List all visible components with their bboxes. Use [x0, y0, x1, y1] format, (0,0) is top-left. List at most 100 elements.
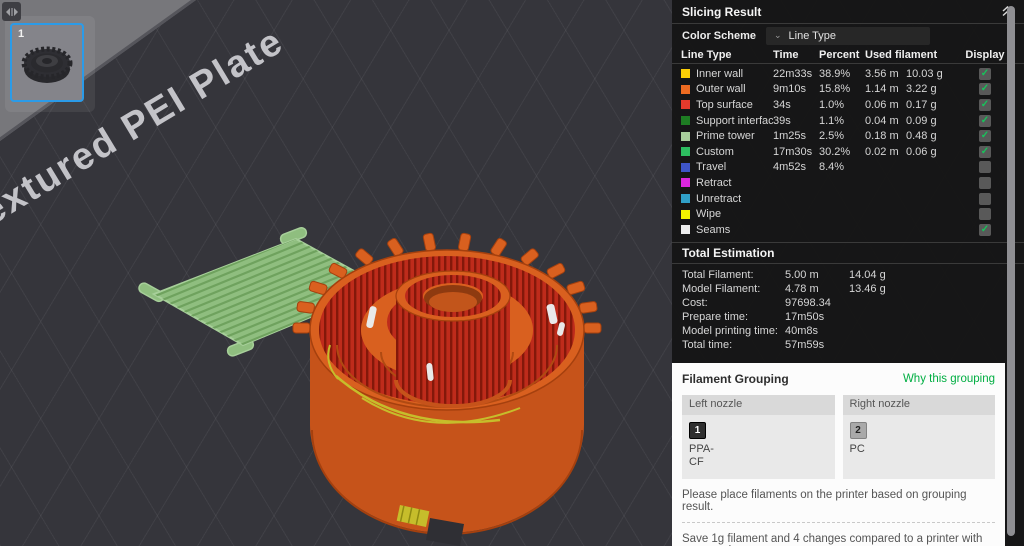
column-header-display: Display [963, 49, 1007, 61]
estimation-row: Cost: 97698.34 [682, 296, 1014, 310]
column-header-percent: Percent [819, 49, 865, 61]
estimation-value-1: 57m59s [785, 339, 849, 351]
line-type-percent: 2.5% [819, 130, 865, 142]
estimation-label: Model printing time: [682, 325, 785, 337]
line-type-row: Prime tower 1m25s 2.5% 0.18 m 0.48 g ✓ [681, 128, 1015, 144]
filament-chip[interactable]: 1 [689, 422, 706, 439]
grouping-note: Please place filaments on the printer ba… [682, 489, 995, 513]
display-checkbox[interactable]: ✓ [979, 115, 991, 127]
line-type-label: Prime tower [696, 130, 755, 142]
filament-grouping-card: Filament Grouping Why this grouping Left… [672, 363, 1005, 546]
total-estimation-title: Total Estimation [672, 242, 1024, 264]
display-checkbox[interactable]: ✓ [979, 130, 991, 142]
column-header-time: Time [773, 49, 819, 61]
estimation-value-1: 17m50s [785, 311, 849, 323]
line-type-label: Retract [696, 177, 731, 189]
color-scheme-dropdown[interactable]: ⌄ Line Type [766, 27, 930, 45]
color-scheme-row: Color Scheme ⌄ Line Type [672, 24, 1024, 47]
line-type-weight: 0.06 g [906, 146, 963, 158]
panel-scrollbar[interactable] [1007, 6, 1015, 536]
line-type-swatch [681, 210, 690, 219]
line-type-row: Seams ✓ [681, 222, 1015, 238]
estimation-label: Total Filament: [682, 269, 785, 281]
line-type-time: 22m33s [773, 68, 819, 80]
display-checkbox[interactable]: ✓ [979, 83, 991, 95]
display-checkbox[interactable]: ✓ [979, 224, 991, 236]
line-type-length: 0.04 m [865, 115, 906, 127]
display-checkbox[interactable] [979, 193, 991, 205]
total-estimation-section: Total Filament: 5.00 m 14.04 g Model Fil… [672, 264, 1024, 352]
estimation-label: Total time: [682, 339, 785, 351]
line-type-percent: 1.1% [819, 115, 865, 127]
line-type-swatch [681, 194, 690, 203]
line-type-row: Top surface 34s 1.0% 0.06 m 0.17 g ✓ [681, 97, 1015, 113]
estimation-row: Model Filament: 4.78 m 13.46 g [682, 282, 1014, 296]
estimation-row: Total Filament: 5.00 m 14.04 g [682, 268, 1014, 282]
line-type-length: 3.56 m [865, 68, 906, 80]
line-type-row: Support interface 39s 1.1% 0.04 m 0.09 g… [681, 113, 1015, 129]
line-type-length: 0.18 m [865, 130, 906, 142]
line-type-length: 0.02 m [865, 146, 906, 158]
display-checkbox[interactable]: ✓ [979, 146, 991, 158]
line-type-time: 9m10s [773, 83, 819, 95]
estimation-value-1: 40m8s [785, 325, 849, 337]
display-checkbox[interactable] [979, 161, 991, 173]
panel-header: Slicing Result [672, 0, 1024, 24]
line-type-label: Seams [696, 224, 730, 236]
column-header-used-filament: Used filament [865, 49, 963, 61]
line-type-label: Outer wall [696, 83, 746, 95]
savings-note: Save 1g filament and 4 changes compared … [682, 533, 995, 546]
line-type-swatch [681, 100, 690, 109]
line-type-percent: 15.8% [819, 83, 865, 95]
line-type-swatch [681, 147, 690, 156]
filament-grouping-title: Filament Grouping [682, 372, 789, 386]
line-type-percent: 38.9% [819, 68, 865, 80]
plate-thumbnail[interactable]: 1 [10, 23, 84, 102]
line-type-time: 1m25s [773, 130, 819, 142]
display-checkbox[interactable] [979, 208, 991, 220]
nozzle-header: Left nozzle [682, 395, 835, 415]
line-type-length: 1.14 m [865, 83, 906, 95]
color-scheme-label: Color Scheme [682, 30, 756, 42]
sidebar-toggle-button[interactable] [2, 2, 21, 21]
filament-chip[interactable]: 2 [850, 422, 867, 439]
line-type-row: Custom 17m30s 30.2% 0.02 m 0.06 g ✓ [681, 144, 1015, 160]
line-type-weight: 0.17 g [906, 99, 963, 111]
estimation-row: Total time: 57m59s [682, 338, 1014, 352]
slicer-app: Textured PEI Plate [0, 0, 1024, 546]
line-type-swatch [681, 178, 690, 187]
line-type-label: Travel [696, 161, 726, 173]
line-type-swatch [681, 85, 690, 94]
line-type-weight: 3.22 g [906, 83, 963, 95]
display-checkbox[interactable]: ✓ [979, 68, 991, 80]
line-type-label: Custom [696, 146, 734, 158]
line-type-label: Inner wall [696, 68, 743, 80]
estimation-label: Model Filament: [682, 283, 785, 295]
color-scheme-value: Line Type [789, 30, 837, 42]
material-label: PC [850, 443, 886, 456]
line-type-weight: 0.09 g [906, 115, 963, 127]
line-type-row: Wipe [681, 206, 1015, 222]
display-checkbox[interactable]: ✓ [979, 99, 991, 111]
dashed-divider [682, 522, 995, 523]
estimation-label: Prepare time: [682, 311, 785, 323]
panel-title: Slicing Result [682, 5, 761, 19]
line-type-label: Support interface [696, 115, 773, 127]
line-type-label: Top surface [696, 99, 753, 111]
line-type-percent: 1.0% [819, 99, 865, 111]
line-type-swatch [681, 163, 690, 172]
line-type-swatch [681, 69, 690, 78]
chevron-down-icon: ⌄ [774, 31, 782, 40]
display-checkbox[interactable] [979, 177, 991, 189]
line-type-swatch [681, 116, 690, 125]
line-type-row: Inner wall 22m33s 38.9% 3.56 m 10.03 g ✓ [681, 66, 1015, 82]
why-this-grouping-link[interactable]: Why this grouping [903, 373, 995, 385]
nozzle-box: Left nozzle 1 PPA-CF [682, 395, 835, 479]
estimation-value-2: 13.46 g [849, 283, 886, 295]
line-type-weight: 0.48 g [906, 130, 963, 142]
line-type-swatch [681, 132, 690, 141]
line-type-length: 0.06 m [865, 99, 906, 111]
estimation-value-2: 14.04 g [849, 269, 886, 281]
nozzle-box: Right nozzle 2 PC [843, 395, 996, 479]
line-type-time: 39s [773, 115, 819, 127]
